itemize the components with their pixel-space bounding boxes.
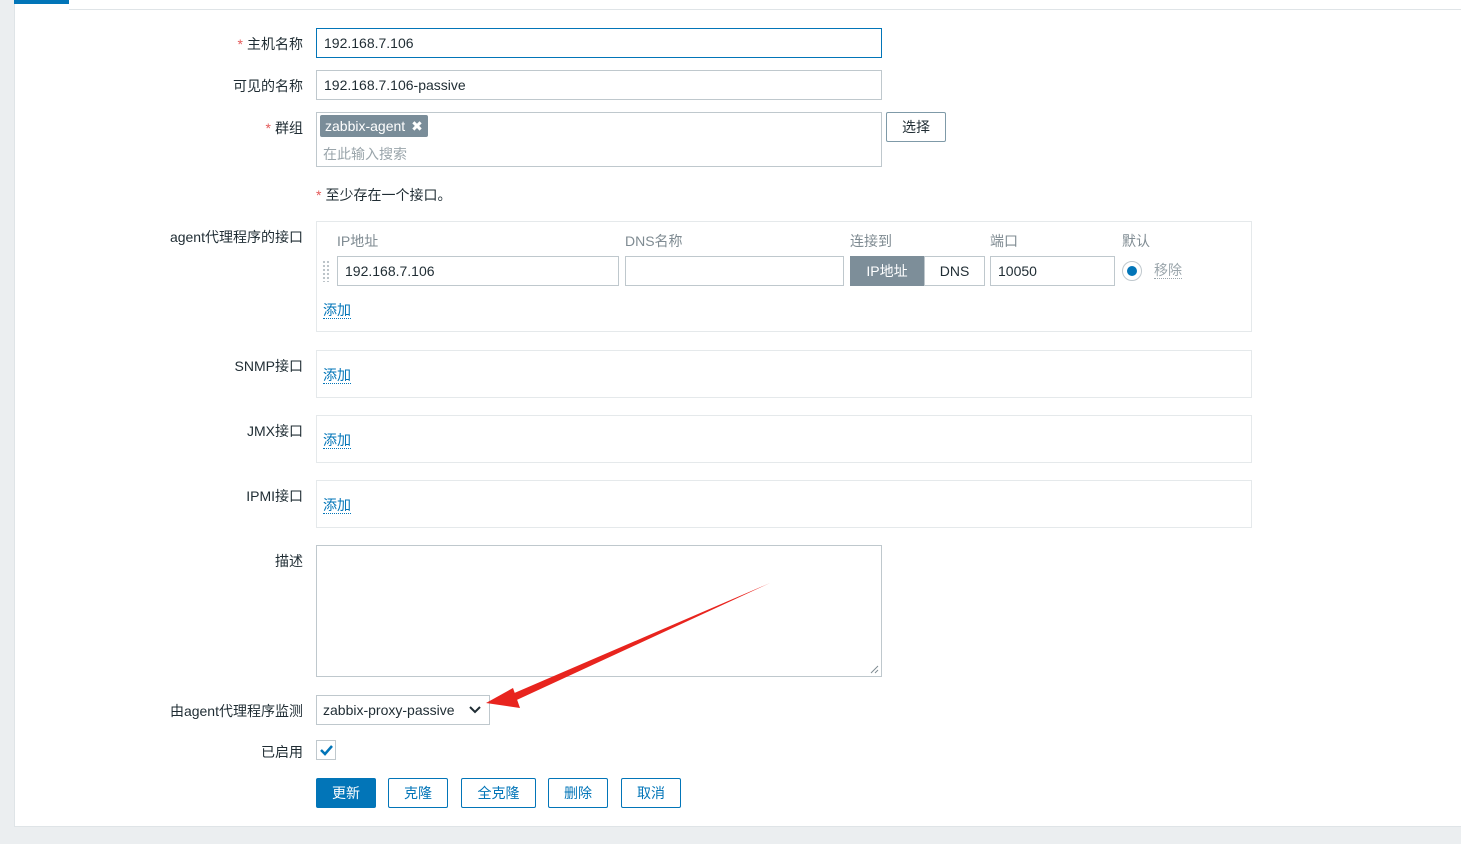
host-name-label: * 主机名称 (140, 34, 303, 54)
groups-search-input[interactable]: 在此输入搜索 (323, 144, 407, 164)
interface-notice-text: 至少存在一个接口。 (325, 187, 452, 203)
full-clone-button[interactable]: 全克隆 (461, 778, 536, 808)
jmx-box (316, 415, 1252, 463)
chevron-down-icon (469, 706, 481, 714)
add-agent-interface-link[interactable]: 添加 (323, 302, 351, 319)
resize-handle-icon[interactable] (869, 664, 879, 674)
groups-label: * 群组 (140, 118, 303, 138)
col-dns-header: DNS名称 (625, 233, 683, 249)
proxy-select-value: zabbix-proxy-passive (323, 702, 455, 718)
add-snmp-interface-link[interactable]: 添加 (323, 367, 351, 384)
interface-ip-input[interactable]: 192.168.7.106 (337, 256, 619, 286)
enabled-label: 已启用 (261, 744, 303, 760)
remove-tag-icon[interactable]: ✖ (411, 118, 423, 134)
interface-port-input[interactable]: 10050 (990, 256, 1115, 286)
required-asterisk: * (265, 120, 271, 136)
jmx-label: JMX接口 (247, 423, 303, 439)
drag-handle-icon[interactable] (322, 260, 330, 282)
active-tab-indicator (14, 0, 69, 4)
clone-button[interactable]: 克隆 (388, 778, 448, 808)
cancel-button[interactable]: 取消 (621, 778, 681, 808)
remove-interface-link[interactable]: 移除 (1154, 262, 1182, 279)
proxy-select[interactable]: zabbix-proxy-passive (316, 695, 490, 725)
description-textarea[interactable] (316, 545, 882, 677)
host-name-input[interactable]: 192.168.7.106 (316, 28, 882, 58)
interface-dns-input[interactable] (625, 256, 844, 286)
default-interface-radio[interactable] (1122, 261, 1142, 281)
col-connect-header: 连接到 (850, 233, 892, 249)
col-port-header: 端口 (990, 233, 1018, 249)
host-name-label-text: 主机名称 (247, 36, 303, 52)
snmp-box (316, 350, 1252, 398)
connect-dns-toggle[interactable]: DNS (924, 256, 985, 286)
update-button[interactable]: 更新 (316, 778, 376, 808)
monitored-by-label: 由agent代理程序监测 (169, 703, 303, 719)
add-ipmi-interface-link[interactable]: 添加 (323, 497, 351, 514)
delete-button[interactable]: 删除 (548, 778, 608, 808)
groups-label-text: 群组 (275, 120, 303, 136)
group-tag: zabbix-agent ✖ (320, 115, 428, 137)
required-asterisk: * (237, 36, 243, 52)
connect-ip-toggle[interactable]: IP地址 (850, 256, 924, 286)
col-ip-header: IP地址 (337, 233, 379, 249)
description-label: 描述 (275, 553, 303, 569)
add-jmx-interface-link[interactable]: 添加 (323, 432, 351, 449)
col-default-header: 默认 (1122, 233, 1150, 249)
visible-name-input[interactable]: 192.168.7.106-passive (316, 70, 882, 100)
ipmi-label: IPMI接口 (246, 488, 303, 504)
enabled-checkbox[interactable] (316, 740, 336, 760)
group-tag-label: zabbix-agent (325, 118, 406, 134)
visible-name-label: 可见的名称 (233, 78, 303, 94)
checkmark-icon (320, 745, 333, 756)
agent-interfaces-label: agent代理程序的接口 (169, 229, 303, 245)
tab-divider (69, 9, 1461, 10)
ipmi-box (316, 480, 1252, 528)
required-asterisk: * (316, 187, 322, 203)
groups-select-button[interactable]: 选择 (886, 112, 946, 142)
snmp-label: SNMP接口 (234, 358, 303, 374)
interface-notice: * 至少存在一个接口。 (316, 185, 451, 205)
